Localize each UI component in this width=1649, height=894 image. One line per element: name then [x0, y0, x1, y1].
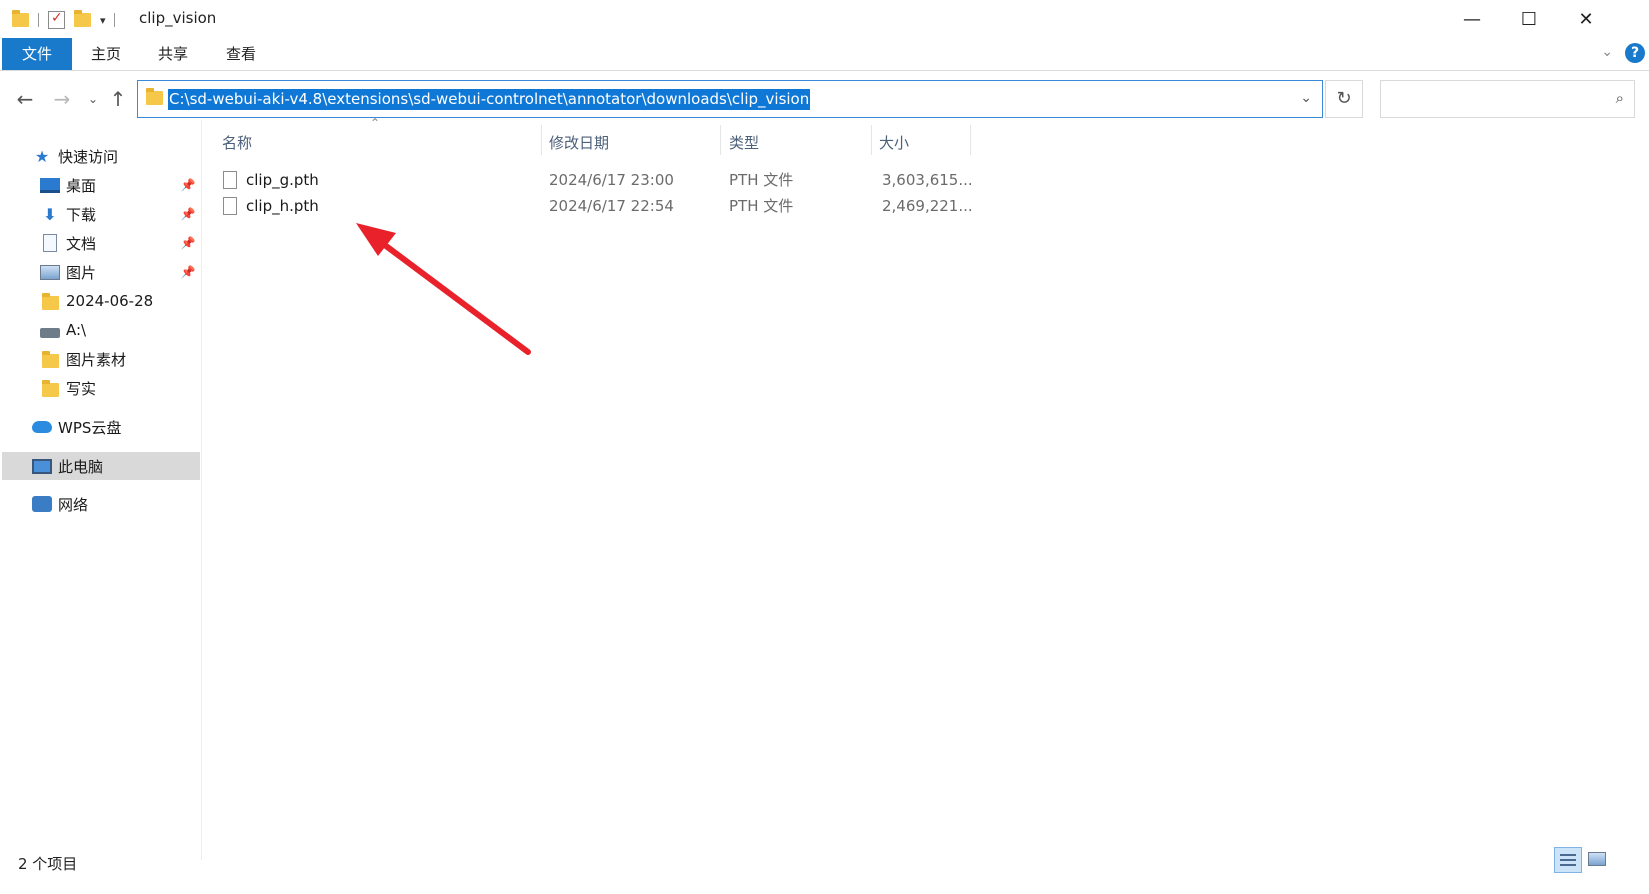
file-type: PTH 文件: [729, 171, 794, 189]
nav-item-downloads[interactable]: ⬇ 下载: [40, 200, 96, 228]
title-bar: ▾ clip_vision — ☐ ✕: [0, 0, 1649, 38]
nav-item-this-pc[interactable]: 此电脑: [2, 452, 200, 480]
refresh-icon: ↻: [1336, 88, 1352, 109]
download-icon: ⬇: [43, 204, 57, 224]
column-header-name[interactable]: 名称: [222, 128, 540, 158]
close-button[interactable]: ✕: [1563, 4, 1609, 34]
file-size: 3,603,615...: [882, 171, 973, 189]
column-header-size[interactable]: 大小: [879, 128, 969, 158]
nav-label: A:\: [66, 321, 87, 339]
nav-item-network[interactable]: 网络: [32, 490, 88, 518]
nav-item-realistic[interactable]: 写实: [40, 374, 96, 402]
file-size: 2,469,221...: [882, 197, 973, 215]
ribbon: 文件 主页 共享 查看 ⌄ ?: [0, 38, 1649, 71]
tab-view[interactable]: 查看: [219, 38, 263, 70]
minimize-icon: —: [1463, 8, 1481, 30]
nav-item-2024-06-28[interactable]: 2024-06-28: [40, 287, 153, 315]
pictures-icon: [40, 264, 60, 280]
refresh-button[interactable]: ↻: [1325, 80, 1363, 118]
document-icon: [43, 234, 57, 252]
window-title: clip_vision: [139, 9, 217, 27]
address-history-chevron-icon[interactable]: ⌄: [1300, 90, 1312, 106]
navigation-pane: ★ 快速访问 桌面 📌 ⬇ 下载 📌 文档 📌 图片 📌 2024-06-28 …: [0, 120, 202, 860]
folder-icon: [41, 350, 59, 368]
customize-toolbar-dropdown-icon[interactable]: ▾: [100, 14, 106, 27]
pin-icon[interactable]: 📌: [180, 229, 196, 257]
column-divider[interactable]: [541, 125, 542, 155]
nav-item-wps-cloud[interactable]: WPS云盘: [32, 413, 121, 441]
tab-file[interactable]: 文件: [2, 38, 72, 70]
maximize-icon: ☐: [1520, 8, 1538, 30]
large-icons-view-icon[interactable]: [1588, 852, 1606, 866]
nav-label: 下载: [66, 205, 97, 224]
search-box[interactable]: ⌕: [1380, 80, 1635, 118]
nav-label: 图片: [66, 263, 97, 282]
cloud-icon: [32, 421, 52, 433]
file-icon: [223, 197, 237, 215]
pin-icon[interactable]: 📌: [180, 258, 196, 286]
address-path[interactable]: C:\sd-webui-aki-v4.8\extensions\sd-webui…: [168, 89, 811, 110]
nav-label: 快速访问: [58, 147, 119, 166]
tab-home[interactable]: 主页: [84, 38, 128, 70]
star-icon: ★: [34, 146, 50, 166]
column-divider[interactable]: [970, 125, 971, 155]
details-view-icon[interactable]: [1554, 847, 1582, 873]
desktop-icon: [40, 177, 60, 193]
nav-label: 此电脑: [58, 457, 104, 476]
column-divider[interactable]: [720, 125, 721, 155]
nav-label: 网络: [58, 495, 89, 514]
nav-item-drive-a[interactable]: A:\: [40, 316, 86, 344]
quick-access-toolbar: ▾: [12, 9, 115, 31]
minimize-button[interactable]: —: [1449, 4, 1495, 34]
status-item-count: 2 个项目: [18, 855, 78, 873]
recent-locations-chevron-icon[interactable]: ⌄: [82, 88, 104, 112]
up-arrow-icon[interactable]: ↑: [107, 88, 129, 112]
help-icon[interactable]: ?: [1625, 43, 1645, 63]
network-icon: [32, 496, 52, 512]
folder-icon[interactable]: [12, 10, 29, 27]
folder-icon: [41, 379, 59, 397]
toolbar-divider: [113, 13, 115, 27]
column-header-type[interactable]: 类型: [729, 128, 869, 158]
nav-item-pictures[interactable]: 图片: [40, 258, 96, 286]
nav-quick-access[interactable]: ★ 快速访问: [32, 142, 118, 170]
address-bar[interactable]: C:\sd-webui-aki-v4.8\extensions\sd-webui…: [137, 80, 1323, 118]
nav-label: 桌面: [66, 176, 97, 195]
nav-label: WPS云盘: [58, 418, 122, 437]
file-name: clip_h.pth: [246, 197, 319, 215]
nav-label: 图片素材: [66, 350, 127, 369]
nav-label: 文档: [66, 234, 97, 253]
column-divider[interactable]: [871, 125, 872, 155]
file-modified: 2024/6/17 23:00: [549, 171, 674, 189]
file-row[interactable]: clip_h.pth 2024/6/17 22:54 PTH 文件 2,469,…: [218, 193, 973, 219]
nav-label: 2024-06-28: [66, 292, 154, 310]
maximize-button[interactable]: ☐: [1506, 4, 1552, 34]
tab-share[interactable]: 共享: [151, 38, 195, 70]
pin-icon[interactable]: 📌: [180, 200, 196, 228]
nav-item-desktop[interactable]: 桌面: [40, 171, 96, 199]
column-header-modified[interactable]: 修改日期: [549, 128, 719, 158]
properties-icon[interactable]: [48, 10, 65, 29]
back-arrow-icon[interactable]: ←: [14, 88, 36, 112]
file-type: PTH 文件: [729, 197, 794, 215]
drive-icon: [40, 328, 60, 338]
toolbar-divider: [38, 13, 39, 27]
expand-ribbon-chevron-icon[interactable]: ⌄: [1601, 44, 1613, 60]
file-name: clip_g.pth: [246, 171, 319, 189]
file-icon: [223, 171, 237, 189]
file-row[interactable]: clip_g.pth 2024/6/17 23:00 PTH 文件 3,603,…: [218, 167, 973, 193]
search-icon: ⌕: [1615, 89, 1624, 107]
folder-icon: [41, 292, 59, 310]
folder-icon: [146, 88, 163, 105]
nav-label: 写实: [66, 379, 97, 398]
close-icon: ✕: [1578, 8, 1594, 30]
nav-item-picture-assets[interactable]: 图片素材: [40, 345, 126, 373]
new-folder-icon[interactable]: [74, 10, 91, 27]
file-modified: 2024/6/17 22:54: [549, 197, 674, 215]
computer-icon: [32, 458, 52, 474]
forward-arrow-icon[interactable]: →: [51, 88, 73, 112]
nav-item-documents[interactable]: 文档: [40, 229, 96, 257]
search-input[interactable]: [1387, 88, 1587, 110]
pin-icon[interactable]: 📌: [180, 171, 196, 199]
